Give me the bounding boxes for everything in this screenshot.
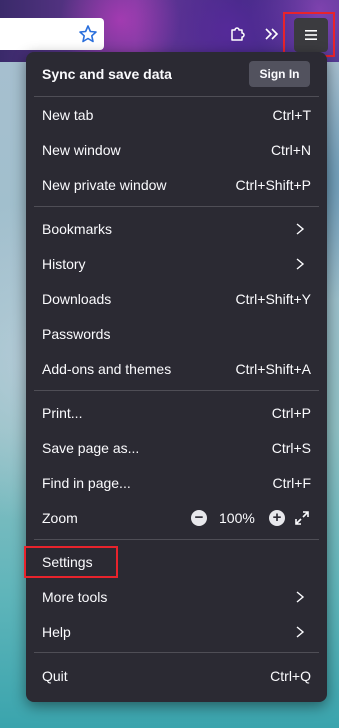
menu-item-help[interactable]: Help	[26, 615, 327, 650]
menu-item-label: New tab	[42, 107, 94, 123]
menu-item-label: Downloads	[42, 291, 112, 307]
app-menu-panel: Sync and save data Sign In New tab Ctrl+…	[26, 52, 327, 702]
zoom-out-button[interactable]: −	[191, 510, 207, 526]
sign-in-button[interactable]: Sign In	[249, 61, 310, 87]
menu-item-quit[interactable]: Quit Ctrl+Q	[26, 659, 327, 694]
menu-item-label: History	[42, 256, 86, 272]
menu-item-find-in-page[interactable]: Find in page... Ctrl+F	[26, 466, 327, 501]
menu-item-passwords[interactable]: Passwords	[26, 317, 327, 352]
menu-item-new-private-window[interactable]: New private window Ctrl+Shift+P	[26, 168, 327, 203]
zoom-level[interactable]: 100%	[219, 510, 255, 526]
menu-item-shortcut: Ctrl+Q	[270, 668, 311, 684]
menu-item-shortcut: Ctrl+Shift+Y	[235, 291, 311, 307]
star-icon[interactable]	[78, 24, 98, 44]
menu-item-label: Add-ons and themes	[42, 361, 172, 377]
fullscreen-icon[interactable]	[293, 509, 311, 527]
menu-item-label: New window	[42, 142, 121, 158]
menu-item-bookmarks[interactable]: Bookmarks	[26, 212, 327, 247]
menu-item-more-tools[interactable]: More tools	[26, 580, 327, 615]
separator	[34, 206, 319, 207]
chevron-right-icon	[296, 591, 305, 603]
separator	[34, 390, 319, 391]
menu-item-addons-themes[interactable]: Add-ons and themes Ctrl+Shift+A	[26, 352, 327, 387]
puzzle-icon[interactable]	[224, 20, 252, 48]
menu-item-save-page[interactable]: Save page as... Ctrl+S	[26, 431, 327, 466]
separator	[34, 96, 319, 97]
menu-item-shortcut: Ctrl+N	[270, 142, 311, 158]
menu-item-label: Find in page...	[42, 475, 131, 491]
menu-item-label: Passwords	[42, 326, 111, 342]
menu-item-label: Quit	[42, 668, 68, 684]
menu-item-downloads[interactable]: Downloads Ctrl+Shift+Y	[26, 282, 327, 317]
settings-highlight	[24, 546, 118, 578]
zoom-controls: − 100% +	[191, 508, 311, 530]
menu-item-shortcut: Ctrl+T	[272, 107, 312, 123]
sync-title: Sync and save data	[42, 66, 172, 82]
menu-item-shortcut: Ctrl+Shift+A	[235, 361, 311, 377]
separator	[34, 652, 319, 653]
menu-item-new-window[interactable]: New window Ctrl+N	[26, 133, 327, 168]
menu-item-label: Zoom	[42, 510, 78, 526]
menu-item-new-tab[interactable]: New tab Ctrl+T	[26, 98, 327, 133]
menu-item-label: Print...	[42, 405, 83, 421]
menu-item-print[interactable]: Print... Ctrl+P	[26, 396, 327, 431]
menu-item-shortcut: Ctrl+S	[271, 440, 311, 456]
menu-item-shortcut: Ctrl+Shift+P	[235, 177, 311, 193]
menu-item-zoom: Zoom − 100% +	[26, 501, 327, 536]
menu-item-label: New private window	[42, 177, 167, 193]
menu-item-shortcut: Ctrl+F	[272, 475, 312, 491]
menu-item-history[interactable]: History	[26, 247, 327, 282]
menu-button-highlight	[283, 12, 335, 57]
menu-item-shortcut: Ctrl+P	[271, 405, 311, 421]
menu-item-label: More tools	[42, 589, 108, 605]
menu-item-label: Bookmarks	[42, 221, 113, 237]
double-chevron-icon[interactable]	[258, 20, 286, 48]
separator	[34, 539, 319, 540]
chevron-right-icon	[296, 626, 305, 638]
menu-item-label: Save page as...	[42, 440, 140, 456]
zoom-in-button[interactable]: +	[269, 510, 285, 526]
chevron-right-icon	[296, 223, 305, 235]
chevron-right-icon	[296, 258, 305, 270]
menu-item-label: Help	[42, 624, 71, 640]
